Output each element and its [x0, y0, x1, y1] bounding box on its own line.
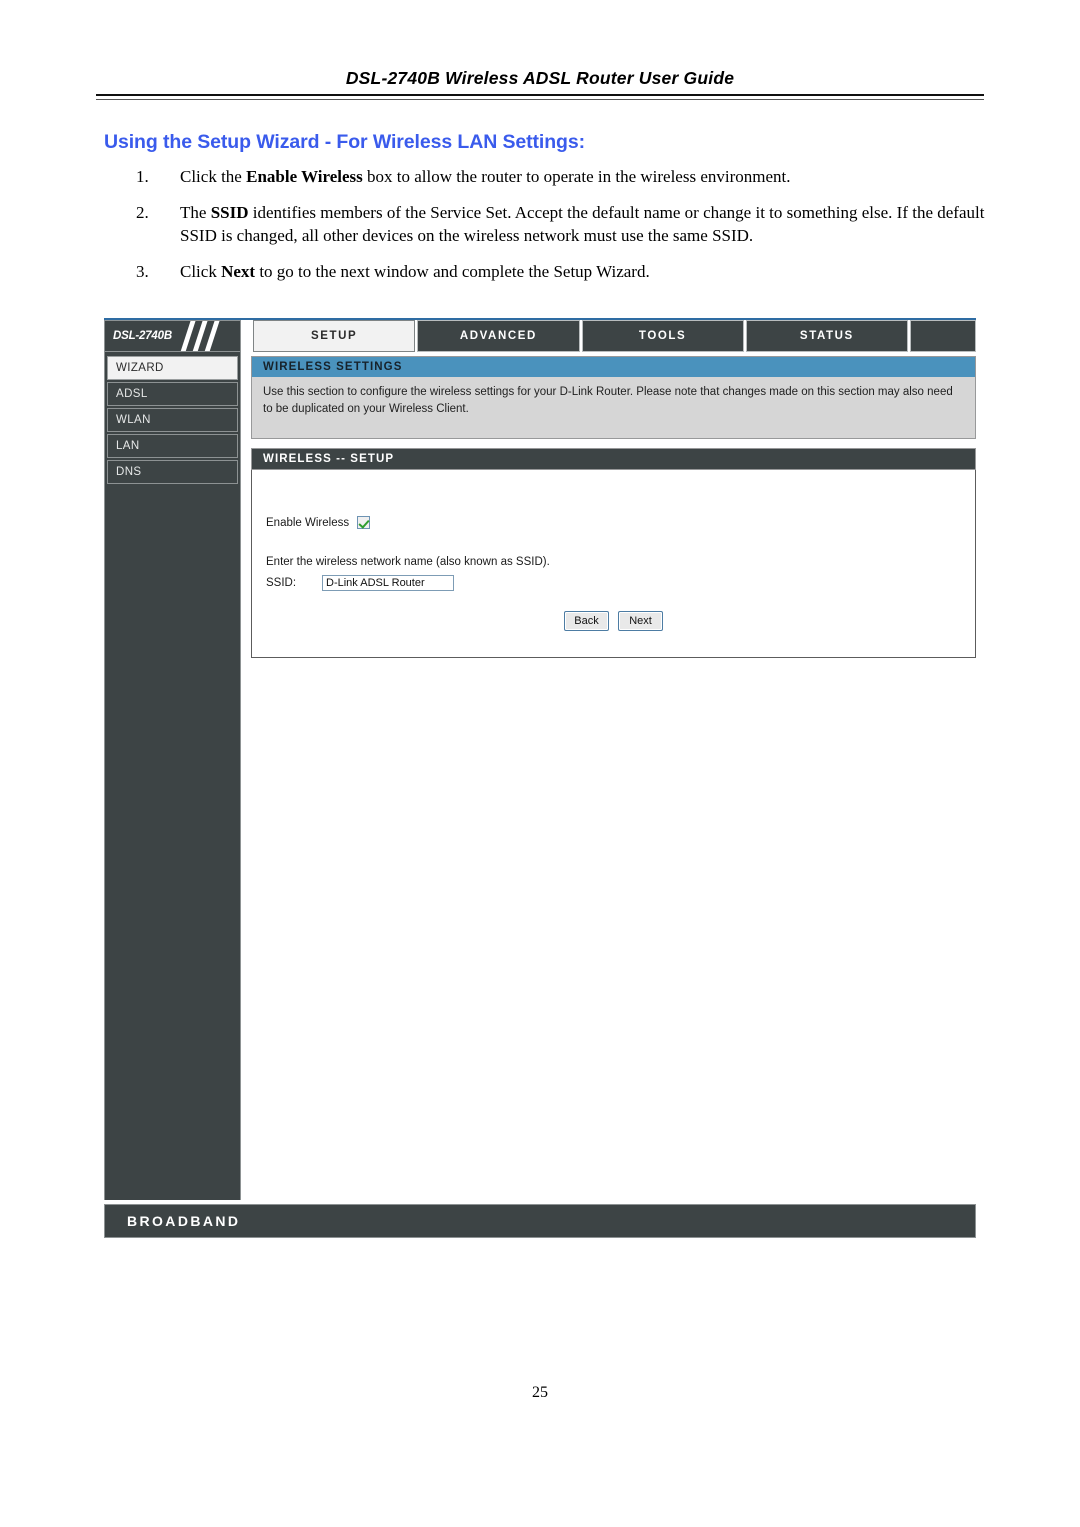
router-footer: BROADBAND	[104, 1204, 976, 1238]
page-title: Using the Setup Wizard - For Wireless LA…	[104, 131, 586, 153]
router-navigation-bar: DSL-2740B SETUP ADVANCED TOOLS STATUS	[104, 318, 976, 354]
sidebar-item-wlan[interactable]: WLAN	[107, 408, 238, 432]
sidebar-item-lan[interactable]: LAN	[107, 434, 238, 458]
sidebar-item-wizard[interactable]: WIZARD	[107, 356, 238, 380]
tab-setup[interactable]: SETUP	[253, 320, 416, 352]
enable-wireless-label: Enable Wireless	[266, 516, 350, 529]
router-web-ui-screenshot: DSL-2740B SETUP ADVANCED TOOLS STATUS WI…	[104, 318, 976, 1238]
back-button[interactable]: Back	[564, 611, 609, 631]
form-button-row: Back Next	[252, 611, 975, 631]
instruction-step-text: The SSID identifies members of the Servi…	[180, 202, 985, 245]
instruction-step-number: 3.	[136, 261, 149, 281]
instruction-step: 1. Click the Enable Wireless box to allow…	[136, 166, 986, 189]
instruction-step-text: Click Next to go to the next window and …	[180, 261, 650, 281]
wireless-setup-form: Enable Wireless Enter the wireless netwo…	[251, 470, 976, 658]
tab-filler	[910, 320, 976, 352]
instruction-step-number: 2.	[136, 202, 149, 222]
instruction-step: 2. The SSID identifies members of the Ser…	[136, 202, 986, 248]
header-divider	[96, 94, 984, 100]
tab-status[interactable]: STATUS	[745, 320, 908, 352]
ssid-description: Enter the wireless network name (also kn…	[266, 556, 550, 568]
footer-brand-label: BROADBAND	[127, 1213, 241, 1229]
instruction-step: 3. Click Next to go to the next window an…	[136, 261, 986, 284]
nav-spacer	[241, 320, 251, 352]
ssid-label: SSID:	[266, 577, 297, 589]
enable-wireless-row: Enable Wireless	[266, 516, 371, 529]
page-number: 25	[532, 1384, 548, 1401]
instruction-step-text: Click the Enable Wireless box to allow t…	[180, 167, 791, 186]
document-header: DSL-2740B Wireless ADSL Router User Guid…	[96, 68, 984, 89]
sidebar-item-dns[interactable]: DNS	[107, 460, 238, 484]
dlink-product-logo: DSL-2740B	[104, 320, 241, 352]
router-content-area: WIRELESS SETTINGS Use this section to co…	[251, 356, 976, 658]
next-button[interactable]: Next	[618, 611, 663, 631]
ssid-input[interactable]: D-Link ADSL Router	[322, 575, 454, 591]
brand-model-label: DSL-2740B	[113, 330, 172, 342]
ssid-row: SSID: D-Link ADSL Router	[266, 575, 454, 591]
tab-tools[interactable]: TOOLS	[581, 320, 744, 352]
wireless-settings-panel-title: WIRELESS SETTINGS	[251, 356, 976, 377]
sidebar-item-adsl[interactable]: ADSL	[107, 382, 238, 406]
wireless-settings-description: Use this section to configure the wirele…	[251, 377, 976, 439]
instruction-step-number: 1.	[136, 167, 149, 186]
tab-advanced[interactable]: ADVANCED	[417, 320, 580, 352]
instruction-list: 1. Click the Enable Wireless box to allow…	[136, 166, 986, 297]
document-header-title: DSL-2740B Wireless ADSL Router User Guid…	[345, 68, 735, 88]
enable-wireless-checkbox[interactable]	[357, 516, 371, 529]
router-sidebar: WIZARD ADSL WLAN LAN DNS	[104, 352, 241, 1200]
wireless-setup-panel-title: WIRELESS -- SETUP	[251, 448, 976, 470]
